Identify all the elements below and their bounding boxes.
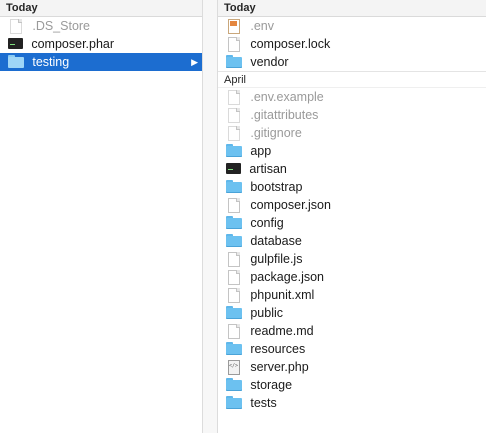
folder-row-storage[interactable]: storage [218, 376, 486, 394]
folder-name: testing [32, 55, 70, 69]
file-name: phpunit.xml [250, 288, 315, 302]
folder-row-vendor[interactable]: vendor [218, 53, 486, 71]
executable-icon [8, 38, 23, 49]
file-row-ds-store[interactable]: .DS_Store [0, 17, 202, 35]
file-row-env[interactable]: .env [218, 17, 486, 35]
document-icon [228, 126, 240, 141]
file-name: composer.phar [31, 37, 115, 51]
folder-row-tests[interactable]: tests [218, 394, 486, 412]
folder-name: tests [250, 396, 277, 410]
folder-icon [226, 180, 242, 194]
file-row-composer-json[interactable]: composer.json [218, 196, 486, 214]
folder-icon [8, 55, 24, 69]
file-name: artisan [249, 162, 287, 176]
folder-icon [226, 378, 242, 392]
file-name: .env.example [250, 90, 324, 104]
file-row-composer-phar[interactable]: composer.phar [0, 35, 202, 53]
right-column: Today .env composer.lock vendor April .e… [218, 0, 486, 433]
file-row-gitattributes[interactable]: .gitattributes [218, 106, 486, 124]
section-header-april: April [218, 71, 486, 88]
document-icon [228, 108, 240, 123]
file-name: gulpfile.js [250, 252, 303, 266]
file-row-gulpfile[interactable]: gulpfile.js [218, 250, 486, 268]
folder-icon [226, 216, 242, 230]
file-row-composer-lock[interactable]: composer.lock [218, 35, 486, 53]
file-row-server-php[interactable]: server.php [218, 358, 486, 376]
document-icon [228, 270, 240, 285]
folder-icon [226, 342, 242, 356]
folder-name: resources [250, 342, 306, 356]
document-icon [228, 288, 240, 303]
file-row-env-example[interactable]: .env.example [218, 88, 486, 106]
file-row-phpunit-xml[interactable]: phpunit.xml [218, 286, 486, 304]
php-file-icon [228, 360, 240, 375]
file-name: .DS_Store [32, 19, 91, 33]
folder-row-bootstrap[interactable]: bootstrap [218, 178, 486, 196]
folder-name: database [250, 234, 302, 248]
document-icon [228, 37, 240, 52]
folder-row-config[interactable]: config [218, 214, 486, 232]
file-name: .gitignore [250, 126, 302, 140]
folder-name: config [250, 216, 284, 230]
env-file-icon [228, 19, 240, 34]
file-name: readme.md [250, 324, 314, 338]
folder-icon [226, 55, 242, 69]
folder-icon [226, 306, 242, 320]
file-name: composer.lock [250, 37, 331, 51]
file-name: .env [250, 19, 274, 33]
folder-name: bootstrap [250, 180, 303, 194]
folder-icon [226, 396, 242, 410]
folder-row-resources[interactable]: resources [218, 340, 486, 358]
document-icon [228, 324, 240, 339]
document-icon [228, 90, 240, 105]
file-row-artisan[interactable]: artisan [218, 160, 486, 178]
folder-name: app [250, 144, 272, 158]
folder-name: storage [250, 378, 293, 392]
folder-icon [226, 234, 242, 248]
folder-row-database[interactable]: database [218, 232, 486, 250]
file-row-gitignore[interactable]: .gitignore [218, 124, 486, 142]
left-column: Today .DS_Store composer.phar testing ▶ [0, 0, 202, 433]
folder-row-public[interactable]: public [218, 304, 486, 322]
column-divider[interactable] [202, 0, 218, 433]
chevron-right-icon: ▶ [191, 57, 198, 67]
document-icon [228, 252, 240, 267]
executable-icon [226, 163, 241, 174]
folder-row-testing[interactable]: testing ▶ [0, 53, 202, 71]
folder-icon [226, 144, 242, 158]
section-header-today: Today [218, 0, 486, 17]
file-row-readme[interactable]: readme.md [218, 322, 486, 340]
folder-row-app[interactable]: app [218, 142, 486, 160]
section-header-today: Today [0, 0, 202, 17]
document-icon [10, 19, 22, 34]
file-name: package.json [250, 270, 325, 284]
document-icon [228, 198, 240, 213]
folder-name: vendor [250, 55, 289, 69]
file-row-package-json[interactable]: package.json [218, 268, 486, 286]
file-name: server.php [250, 360, 309, 374]
folder-name: public [250, 306, 284, 320]
file-name: composer.json [250, 198, 331, 212]
file-name: .gitattributes [250, 108, 319, 122]
